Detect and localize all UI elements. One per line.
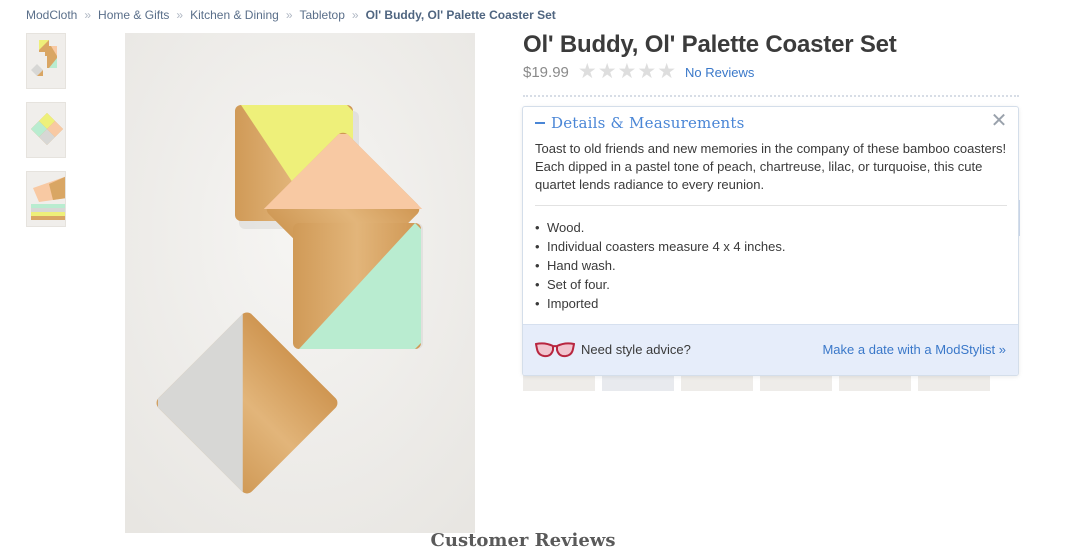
breadcrumb-separator: » (285, 8, 293, 22)
breadcrumb: ModCloth » Home & Gifts » Kitchen & Dini… (26, 8, 556, 22)
feature-item: Individual coasters measure 4 x 4 inches… (535, 237, 785, 256)
breadcrumb-separator: » (351, 8, 359, 22)
style-advice-text: Need style advice? (581, 342, 691, 357)
breadcrumb-separator: » (176, 8, 184, 22)
customer-reviews-heading: Customer Reviews (430, 530, 616, 551)
breadcrumb-current: Ol' Buddy, Ol' Palette Coaster Set (365, 8, 556, 22)
glasses-icon (534, 341, 576, 364)
product-thumbnail-3[interactable] (26, 171, 66, 227)
breadcrumb-link-modcloth[interactable]: ModCloth (26, 8, 77, 22)
product-main-image[interactable] (125, 33, 475, 533)
star-icon: ★ (657, 60, 677, 83)
star-icon: ★ (597, 60, 617, 83)
no-reviews-link[interactable]: No Reviews (685, 65, 754, 80)
collapse-icon (535, 122, 545, 124)
product-description: Toast to old friends and new memories in… (535, 141, 1007, 192)
divider (535, 205, 1007, 206)
feature-item: Set of four. (535, 275, 785, 294)
feature-item: Hand wash. (535, 256, 785, 275)
feature-item: Wood. (535, 218, 785, 237)
modstylist-link[interactable]: Make a date with a ModStylist » (822, 342, 1006, 357)
product-thumbnail-1[interactable] (26, 33, 66, 89)
style-advice-bar: Need style advice? Make a date with a Mo… (523, 324, 1018, 375)
thumbnail-list (26, 33, 66, 240)
star-icon: ★ (637, 60, 657, 83)
feature-list: Wood. Individual coasters measure 4 x 4 … (535, 218, 785, 313)
details-heading: Details & Measurements (551, 114, 745, 132)
breadcrumb-separator: » (84, 8, 92, 22)
details-panel: Details & Measurements ✕ Toast to old fr… (522, 106, 1019, 376)
product-price: $19.99 (523, 63, 569, 81)
close-icon[interactable]: ✕ (990, 111, 1008, 131)
price-rating-row: $19.99 ★ ★ ★ ★ ★ No Reviews (523, 60, 754, 83)
product-title: Ol' Buddy, Ol' Palette Coaster Set (523, 31, 897, 58)
star-icon: ★ (617, 60, 637, 83)
breadcrumb-link-tabletop[interactable]: Tabletop (300, 8, 345, 22)
star-icon: ★ (577, 60, 597, 83)
divider (523, 95, 1019, 97)
breadcrumb-link-home-gifts[interactable]: Home & Gifts (98, 8, 169, 22)
feature-item: Imported (535, 294, 785, 313)
rating-stars: ★ ★ ★ ★ ★ (577, 60, 677, 83)
details-toggle[interactable]: Details & Measurements (535, 114, 745, 132)
product-thumbnail-2[interactable] (26, 102, 66, 158)
breadcrumb-link-kitchen-dining[interactable]: Kitchen & Dining (190, 8, 279, 22)
